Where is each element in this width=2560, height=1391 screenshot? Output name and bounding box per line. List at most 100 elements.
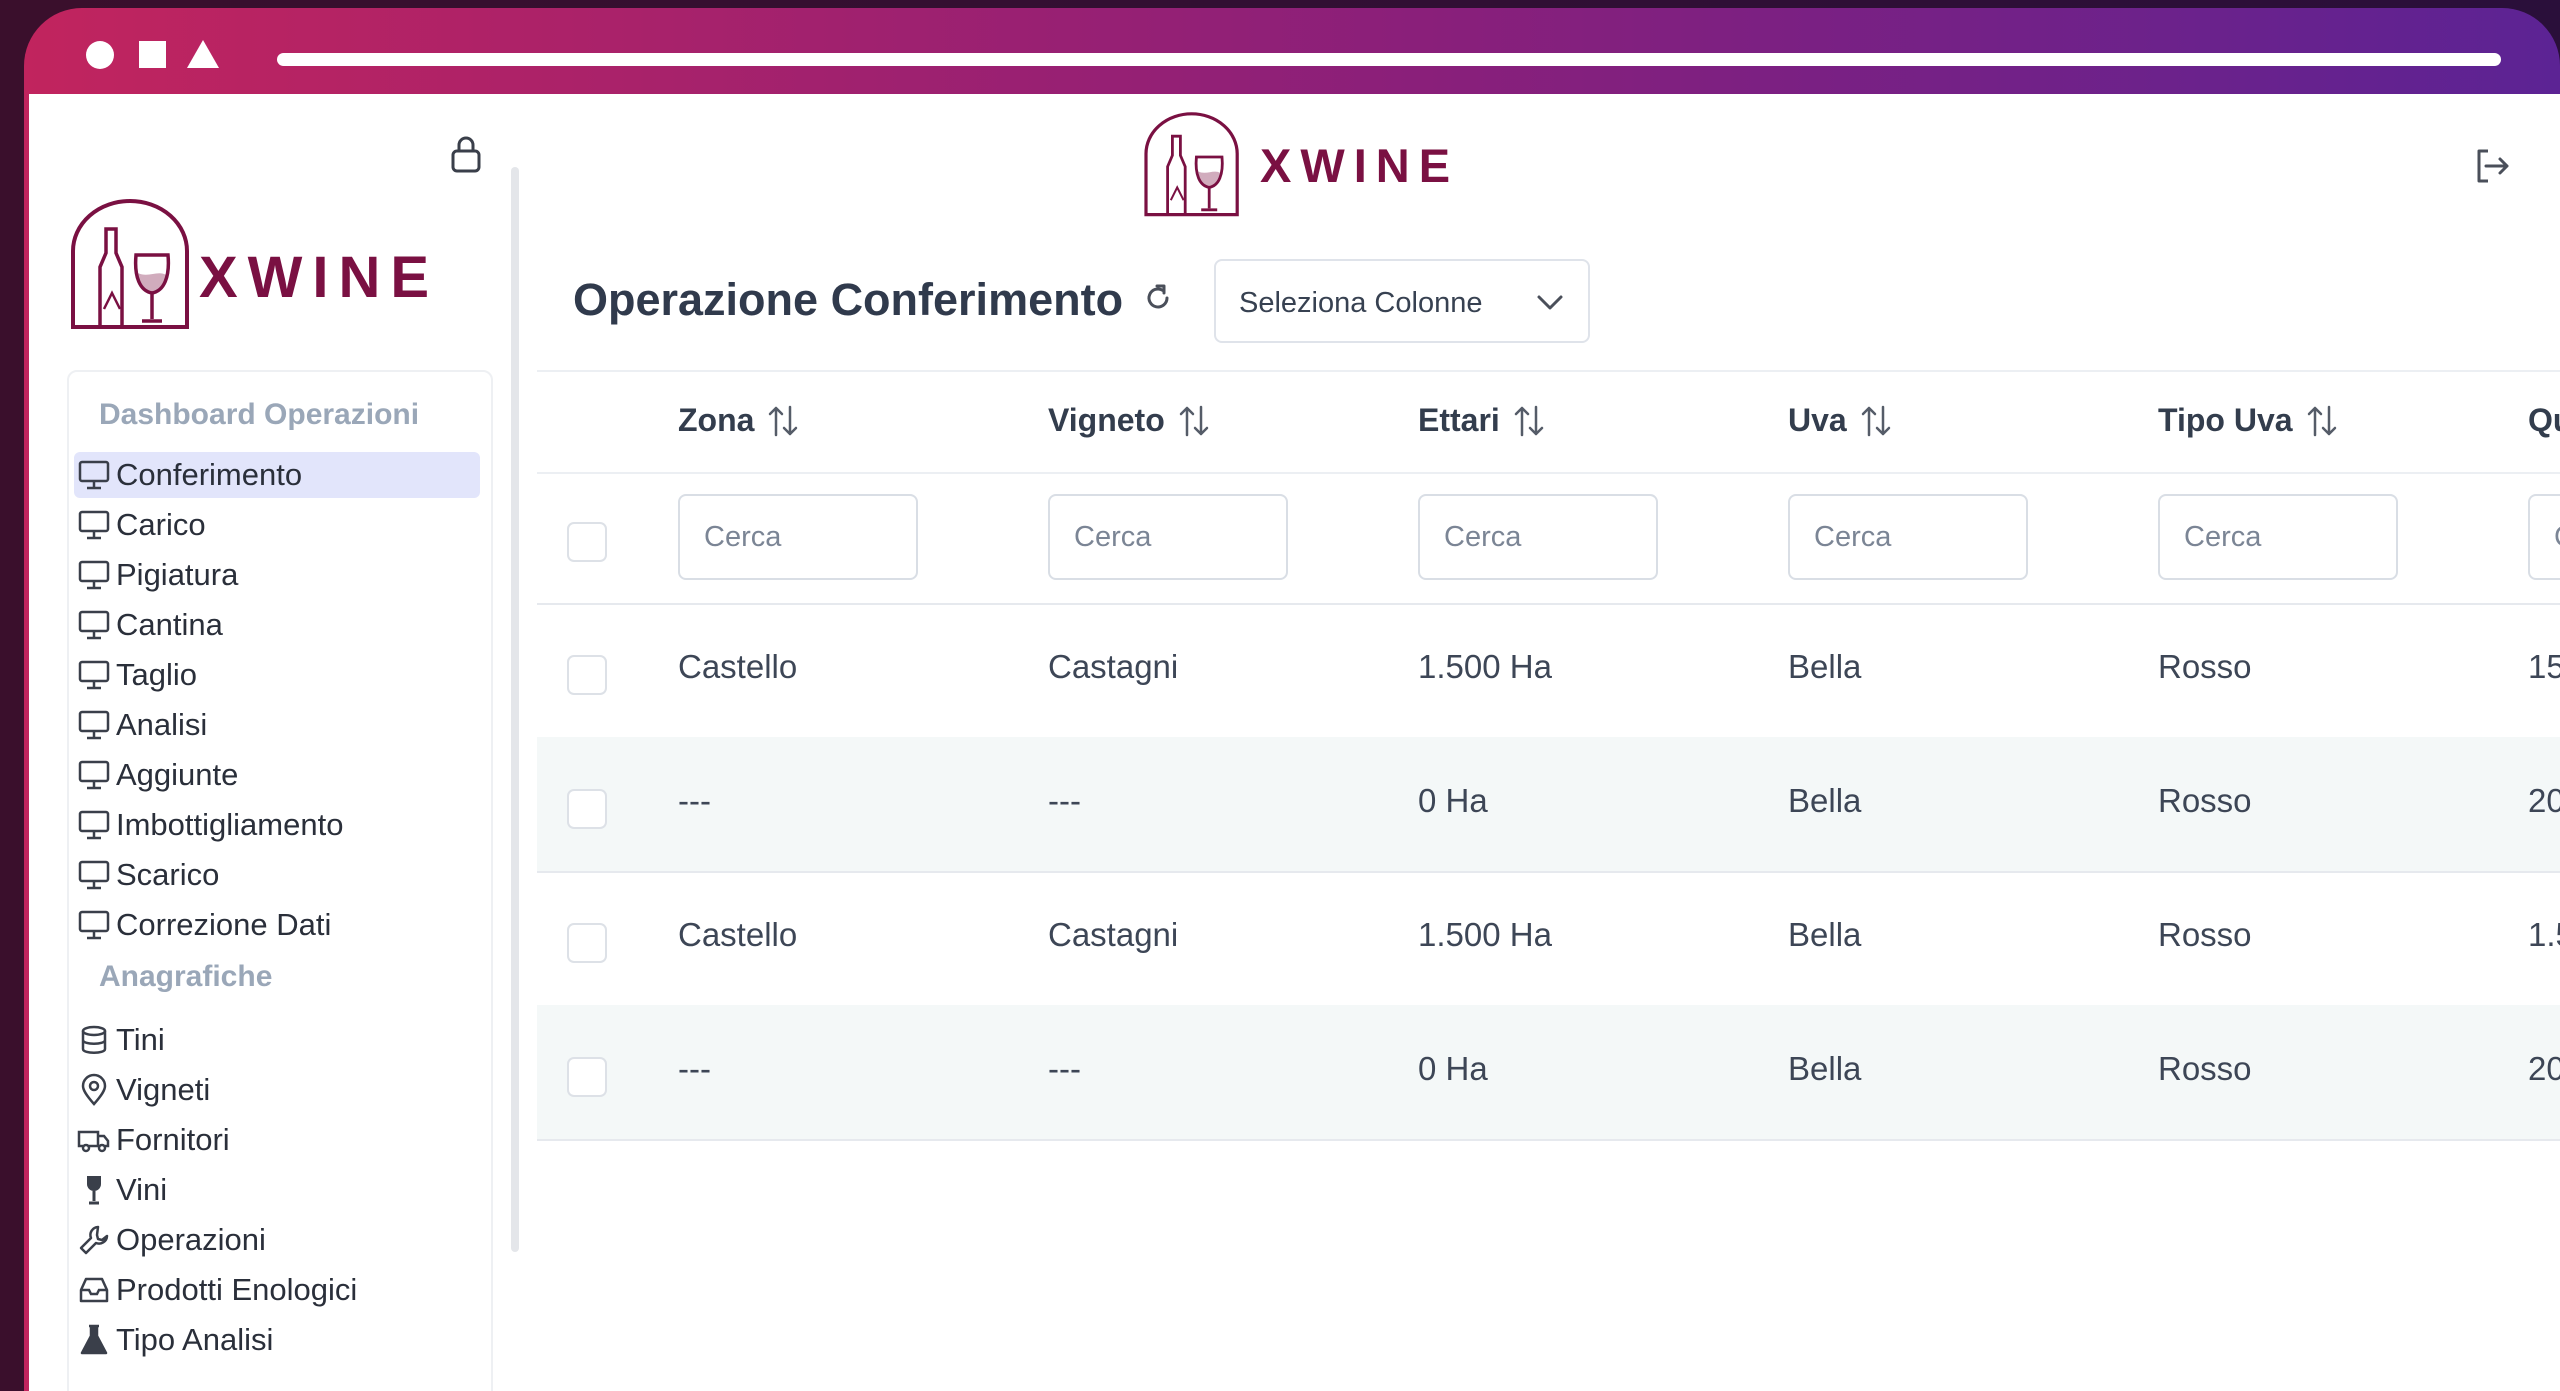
sidebar-item-carico[interactable]: Carico <box>74 502 480 548</box>
sidebar-item-label: Scarico <box>116 857 220 892</box>
sidebar-item-label: Carico <box>116 507 206 542</box>
table-row[interactable]: Castello Castagni 1.500 Ha Bella Rosso 1… <box>537 603 2560 739</box>
monitor-icon <box>78 560 110 590</box>
browser-top-bar <box>24 8 2560 94</box>
cell-quantita: 200 <box>2528 782 2560 819</box>
column-header-vigneto[interactable]: Vigneto <box>1048 402 1211 439</box>
filter-zona-input[interactable] <box>678 494 918 580</box>
sidebar-item-vini[interactable]: Vini <box>74 1167 480 1213</box>
sidebar-item-label: Tini <box>116 1022 165 1057</box>
column-header-label: Zona <box>678 402 755 438</box>
sidebar-item-conferimento[interactable]: Conferimento <box>74 452 480 498</box>
sidebar-item-cantina[interactable]: Cantina <box>74 602 480 648</box>
window-triangle-icon <box>187 40 219 68</box>
cell-zona: Castello <box>678 648 798 685</box>
sidebar-item-correzione-dati[interactable]: Correzione Dati <box>74 902 480 948</box>
cell-tipo-uva: Rosso <box>2158 916 2252 953</box>
sidebar-item-tini[interactable]: Tini <box>74 1017 480 1063</box>
monitor-icon <box>78 760 110 790</box>
sidebar-item-operazioni[interactable]: Operazioni <box>74 1217 480 1263</box>
wrench-icon <box>79 1225 109 1255</box>
row-checkbox[interactable] <box>567 1057 607 1097</box>
sidebar-item-label: Tipo Analisi <box>116 1322 274 1357</box>
sort-icon <box>769 405 798 436</box>
row-checkbox[interactable] <box>567 655 607 695</box>
logout-icon[interactable] <box>2472 146 2512 186</box>
sidebar-item-aggiunte[interactable]: Aggiunte <box>74 752 480 798</box>
wine-logo-icon <box>71 199 189 329</box>
sidebar-item-analisi[interactable]: Analisi <box>74 702 480 748</box>
cell-quantita: 15.0 <box>2528 648 2560 685</box>
sidebar-item-pigiatura[interactable]: Pigiatura <box>74 552 480 598</box>
sidebar-item-label: Pigiatura <box>116 557 239 592</box>
column-header-label: Vigneto <box>1048 402 1165 438</box>
address-bar[interactable] <box>277 53 2501 66</box>
row-checkbox[interactable] <box>567 789 607 829</box>
sidebar: XWINE Dashboard Operazioni Conferimento … <box>29 94 519 1391</box>
filter-ettari-input[interactable] <box>1418 494 1658 580</box>
sidebar-item-label: Conferimento <box>116 457 303 492</box>
column-select-label: Seleziona Colonne <box>1239 287 1483 319</box>
column-header-label: Ettari <box>1418 402 1500 438</box>
sidebar-item-label: Fornitori <box>116 1122 230 1157</box>
column-header-tipo-uva[interactable]: Tipo Uva <box>2158 402 2339 439</box>
filter-vigneto-input[interactable] <box>1048 494 1288 580</box>
cell-uva: Bella <box>1788 648 1862 685</box>
sidebar-item-label: Cantina <box>116 607 223 642</box>
select-all-checkbox[interactable] <box>567 522 607 562</box>
sidebar-item-label: Correzione Dati <box>116 907 332 942</box>
column-select-dropdown[interactable]: Seleziona Colonne <box>1214 259 1590 343</box>
cell-vigneto: Castagni <box>1048 648 1179 685</box>
table-row[interactable]: --- --- 0 Ha Bella Rosso 200 <box>537 737 2560 873</box>
cell-ettari: 0 Ha <box>1418 782 1488 819</box>
cell-tipo-uva: Rosso <box>2158 1050 2252 1087</box>
column-header-uva[interactable]: Uva <box>1788 402 1893 439</box>
column-header-quantita[interactable]: Qua <box>2528 402 2560 439</box>
window-circle-icon <box>86 41 114 69</box>
sidebar-item-vigneti[interactable]: Vigneti <box>74 1067 480 1113</box>
table-row[interactable]: Castello Castagni 1.500 Ha Bella Rosso 1… <box>537 871 2560 1007</box>
cell-ettari: 1.500 Ha <box>1418 648 1552 685</box>
sidebar-item-scarico[interactable]: Scarico <box>74 852 480 898</box>
filter-uva-input[interactable] <box>1788 494 2028 580</box>
sidebar-item-label: Prodotti Enologici <box>116 1272 358 1307</box>
column-header-label: Tipo Uva <box>2158 402 2293 438</box>
column-header-label: Qua <box>2528 402 2560 438</box>
column-header-zona[interactable]: Zona <box>678 402 800 439</box>
column-header-ettari[interactable]: Ettari <box>1418 402 1546 439</box>
sidebar-item-tipo-analisi[interactable]: Tipo Analisi <box>74 1317 480 1363</box>
sidebar-item-imbottigliamento[interactable]: Imbottigliamento <box>74 802 480 848</box>
sort-icon <box>2307 405 2336 436</box>
header-brand-name: XWINE <box>1260 139 1460 192</box>
sidebar-scrollbar[interactable] <box>511 167 519 1252</box>
filter-quantita-input[interactable] <box>2528 494 2560 580</box>
column-header-label: Uva <box>1788 402 1847 438</box>
truck-icon <box>77 1130 110 1153</box>
cell-vigneto: --- <box>1048 1050 1081 1087</box>
page-title: Operazione Conferimento <box>573 274 1124 325</box>
cell-quantita: 1.50 <box>2528 916 2560 953</box>
sidebar-item-label: Analisi <box>116 707 208 742</box>
filter-tipo-uva-input[interactable] <box>2158 494 2398 580</box>
sidebar-item-label: Imbottigliamento <box>116 807 344 842</box>
flask-icon <box>80 1324 108 1355</box>
sidebar-item-taglio[interactable]: Taglio <box>74 652 480 698</box>
cell-zona: --- <box>678 1050 711 1087</box>
refresh-icon[interactable] <box>1140 280 1176 316</box>
table-row[interactable]: --- --- 0 Ha Bella Rosso 200 <box>537 1005 2560 1141</box>
monitor-icon <box>78 460 110 490</box>
sidebar-item-prodotti-enologici[interactable]: Prodotti Enologici <box>74 1267 480 1313</box>
wine-glass-icon <box>87 1176 101 1205</box>
sort-icon <box>1514 405 1544 436</box>
window-square-icon <box>139 41 166 68</box>
row-checkbox[interactable] <box>567 923 607 963</box>
lock-icon[interactable] <box>449 134 483 174</box>
monitor-icon <box>78 510 110 540</box>
sidebar-item-fornitori[interactable]: Fornitori <box>74 1117 480 1163</box>
sidebar-brand-name: XWINE <box>199 245 440 310</box>
device-frame: XWINE Dashboard Operazioni Conferimento … <box>24 8 2560 1391</box>
sidebar-item-label: Taglio <box>116 657 197 692</box>
sidebar-item-label: Operazioni <box>116 1222 266 1257</box>
cell-tipo-uva: Rosso <box>2158 648 2252 685</box>
cell-uva: Bella <box>1788 782 1862 819</box>
